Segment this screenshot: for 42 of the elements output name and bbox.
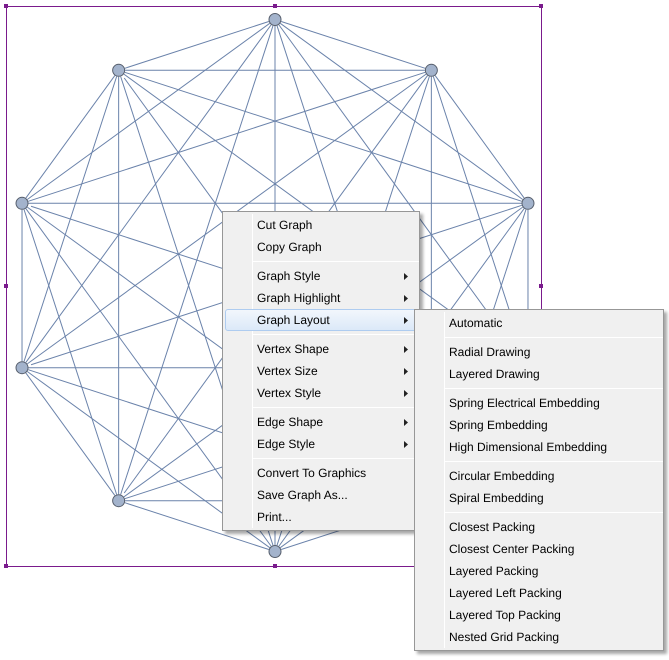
menu-item[interactable]: Layered Left Packing <box>417 582 661 604</box>
menu-item[interactable]: Copy Graph <box>225 236 417 258</box>
resize-handle[interactable] <box>273 4 277 8</box>
menu-item[interactable]: Closest Center Packing <box>417 538 661 560</box>
menu-item[interactable]: Spring Embedding <box>417 414 661 436</box>
menu-item[interactable]: Edge Shape <box>225 411 417 433</box>
resize-handle[interactable] <box>273 564 277 568</box>
menu-item[interactable]: Layered Packing <box>417 560 661 582</box>
menu-item[interactable]: Save Graph As... <box>225 484 417 506</box>
graph-vertex <box>112 494 126 508</box>
menu-item[interactable]: High Dimensional Embedding <box>417 436 661 458</box>
menu-item[interactable]: Vertex Style <box>225 382 417 404</box>
graph-vertex <box>424 64 438 77</box>
menu-item[interactable]: Closest Packing <box>417 516 661 538</box>
menu-item[interactable]: Spring Electrical Embedding <box>417 392 661 414</box>
menu-item[interactable]: Graph Highlight <box>225 287 417 309</box>
graph-vertex <box>16 196 29 210</box>
menu-item[interactable]: Layered Top Packing <box>417 604 661 626</box>
menu-item[interactable]: Spiral Embedding <box>417 487 661 509</box>
menu-item[interactable]: Layered Drawing <box>417 363 661 385</box>
menu-item[interactable]: Graph Style <box>225 265 417 287</box>
menu-item[interactable]: Circular Embedding <box>417 465 661 487</box>
graph-vertex <box>268 13 282 26</box>
menu-item[interactable]: Nested Grid Packing <box>417 626 661 648</box>
menu-item[interactable]: Vertex Shape <box>225 338 417 360</box>
graph-vertex <box>112 64 126 77</box>
menu-item[interactable]: Vertex Size <box>225 360 417 382</box>
graph-vertex <box>521 196 534 210</box>
graph-vertex <box>268 545 282 558</box>
resize-handle[interactable] <box>4 4 8 8</box>
menu-item[interactable]: Edge Style <box>225 433 417 455</box>
graph-vertex <box>16 361 29 374</box>
menu-item[interactable]: Convert To Graphics <box>225 462 417 484</box>
menu-item[interactable]: Radial Drawing <box>417 341 661 363</box>
menu-item[interactable]: Print... <box>225 506 417 528</box>
resize-handle[interactable] <box>539 284 543 288</box>
menu-item[interactable]: Cut Graph <box>225 214 417 236</box>
resize-handle[interactable] <box>539 4 543 8</box>
menu-item[interactable]: Graph Layout <box>225 309 417 331</box>
menu-item[interactable]: Automatic <box>417 312 661 334</box>
resize-handle[interactable] <box>4 284 8 288</box>
resize-handle[interactable] <box>4 564 8 568</box>
